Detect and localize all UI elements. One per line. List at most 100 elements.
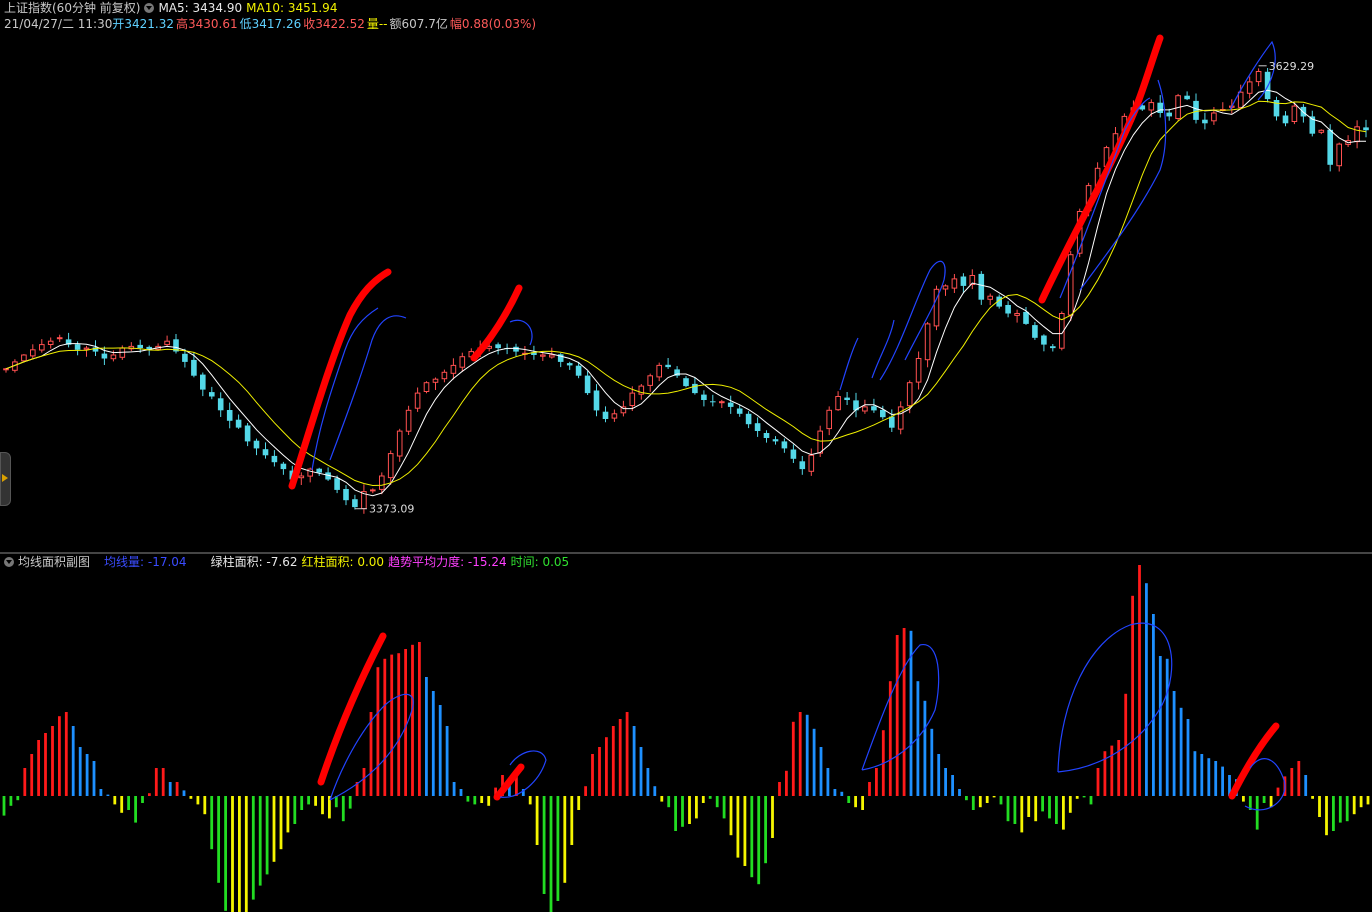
histogram-bar [1158,656,1162,796]
histogram-bar [480,796,484,803]
histogram-bar [120,796,124,813]
histogram-bar [1276,787,1280,796]
histogram-bar [923,700,927,796]
histogram-bar [161,768,165,796]
side-expand-handle[interactable] [0,452,11,506]
histogram-bar [99,789,103,796]
histogram-bar [750,796,754,878]
histogram-bar [598,747,601,796]
sub-indicator-toggle-icon[interactable] [4,557,14,567]
histogram-bar [175,782,179,796]
histogram-bar [452,782,456,796]
histogram-bar [1082,796,1086,798]
histogram-bar [688,796,691,824]
candle-body-up [379,475,385,490]
histogram-bar [9,796,13,806]
candle-body-up [924,323,931,361]
histogram-bar [466,796,470,802]
candle-body-up [951,278,958,289]
candle-body-up [450,364,457,374]
moving-average-lines [5,89,1367,497]
histogram-bar [1255,796,1259,830]
candle-body-down [253,440,260,449]
histogram-bar [535,796,539,845]
histogram-bar [272,796,276,862]
candle-body-down [1193,100,1199,120]
candle-body-down [799,461,806,470]
candle-body-down [593,390,600,411]
histogram-bar [708,796,712,799]
main-chart-title: 上证指数(60分钟 前复权) [4,1,141,15]
histogram-bar [757,796,761,885]
histogram-bar [1325,796,1328,836]
candle-body-down [271,455,278,463]
histogram-bar [134,796,137,823]
histogram-bar [1269,796,1273,808]
histogram-bar [660,796,664,802]
histogram-bar [92,761,96,796]
candle-body-down [1005,305,1011,314]
histogram-bar [473,796,477,805]
candle-body-down [334,478,340,490]
candle-body-up [915,358,922,383]
candle-body-down [1363,127,1369,131]
candle-body-up [441,371,448,380]
histogram-bar [189,796,193,799]
histogram-bar [1013,796,1017,824]
blue-annotation-stroke [509,319,533,346]
low-price-label: 3373.09 [369,503,415,516]
candle-body-down [262,449,269,456]
histogram-bar [798,712,802,796]
candle-body-down [1184,95,1190,100]
candle-body-up [817,430,824,454]
histogram-bar [1096,768,1100,796]
histogram-bar [895,635,899,796]
candle-body-down [352,499,358,508]
candle-body-up [1318,129,1325,133]
candle-body-down [727,402,734,407]
candle-body-down [754,423,761,431]
histogram-bar [1020,796,1024,833]
histogram-bar [1089,796,1093,805]
candle-body-up [862,406,868,412]
histogram-bar [1332,796,1335,831]
candle-body-up [1336,143,1343,167]
histogram-bar [293,796,297,824]
candle-body-up [307,468,313,477]
histogram-bar [729,796,733,836]
histogram-bar [951,775,954,796]
ma5-label: MA5: 3434.90 [158,1,243,15]
indicator-toggle-icon[interactable] [144,3,155,13]
histogram-bar [1062,796,1065,830]
candle-body-up [1291,105,1298,122]
candle-body-up [987,295,994,300]
histogram-bar [78,747,82,796]
candle-body-down [683,378,689,387]
histogram-bar [1214,761,1218,796]
histogram-bar [1359,796,1363,808]
candle-body-down [235,419,242,428]
histogram-bar [1338,796,1342,823]
histogram-bar [71,726,75,796]
histogram-bar [1352,796,1356,815]
candle-body-down [790,449,797,459]
high-price-label: 3629.29 [1269,60,1315,73]
histogram-bar [785,770,788,796]
price-markers: 3629.29 3373.09 [354,60,1315,516]
histogram-bar [23,768,27,796]
red-trend-stroke [317,632,387,786]
candle-body-up [656,364,663,378]
low-value: 低3417.26 [239,17,302,31]
histogram-bar [556,796,560,901]
histogram-bar [1193,751,1197,796]
histogram-bar [875,768,878,796]
candle-body-down [1327,129,1333,165]
histogram-bar [715,796,719,808]
candle-body-down [736,408,743,414]
ma5-line [5,89,1366,497]
histogram-bar [106,794,110,796]
histogram-bar [1262,796,1266,803]
candle-body-down [772,439,779,442]
histogram-bar [965,796,968,801]
candle-body-up [1246,81,1253,94]
